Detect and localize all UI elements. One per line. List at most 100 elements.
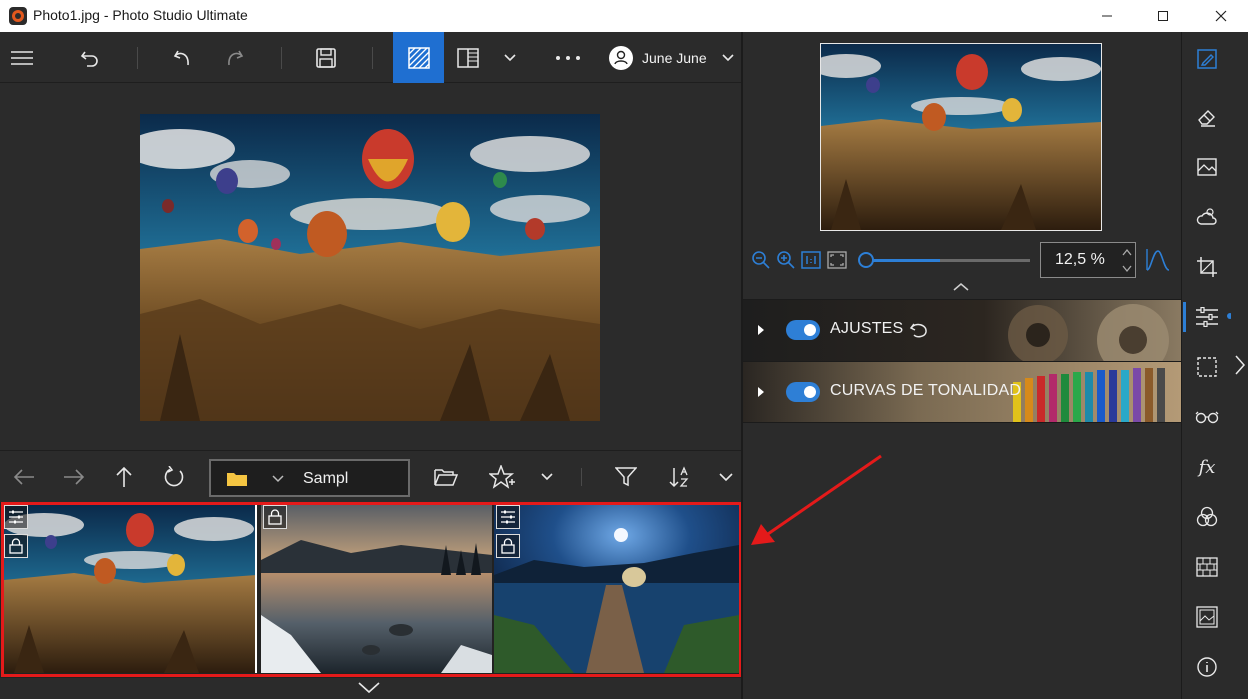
curvas-toggle[interactable] xyxy=(786,382,820,402)
save-button[interactable] xyxy=(304,32,348,83)
navigator-preview[interactable] xyxy=(820,43,1102,231)
user-account-button[interactable]: June June xyxy=(608,32,738,83)
lock-icon xyxy=(268,509,282,525)
eraser-icon xyxy=(1196,106,1218,128)
filter-button[interactable] xyxy=(606,451,646,503)
rail-expand-bar[interactable] xyxy=(1231,32,1248,699)
zoom-slider-thumb[interactable] xyxy=(858,252,874,268)
histogram-button[interactable] xyxy=(1146,248,1170,272)
maximize-button[interactable] xyxy=(1140,0,1186,32)
strip-collapse-bar xyxy=(0,678,741,699)
zoom-out-button[interactable] xyxy=(751,250,771,270)
undo-history-button[interactable] xyxy=(68,32,112,83)
weather-icon xyxy=(1195,206,1219,228)
lock-badge xyxy=(263,505,287,529)
histogram-icon xyxy=(1146,248,1170,272)
thumbnail-balloons[interactable] xyxy=(4,505,257,673)
more-button[interactable] xyxy=(548,32,588,83)
rail-sky-button[interactable] xyxy=(1182,192,1232,242)
zoom-value-field[interactable]: 12,5 % xyxy=(1040,242,1136,278)
split-view-icon xyxy=(457,47,479,69)
annotation-arrow xyxy=(751,454,882,545)
up-folder-button[interactable] xyxy=(106,451,142,503)
panel-ajustes[interactable]: AJUSTES xyxy=(743,299,1181,361)
glasses-icon xyxy=(1195,410,1219,424)
close-button[interactable] xyxy=(1198,0,1244,32)
rail-edit-button[interactable] xyxy=(1182,34,1232,84)
zoom-increase-icon[interactable] xyxy=(1121,248,1133,256)
chevron-right-icon[interactable] xyxy=(1234,354,1246,376)
crop-icon xyxy=(1196,256,1218,278)
expand-panel-icon[interactable] xyxy=(757,386,765,398)
menu-button[interactable] xyxy=(0,32,44,83)
rail-glasses-button[interactable] xyxy=(1182,392,1232,442)
chevron-down-icon[interactable] xyxy=(271,474,285,484)
view-mode-dropdown[interactable] xyxy=(496,32,524,83)
effects-icon: fx xyxy=(1198,456,1216,478)
color-circles-icon xyxy=(1196,506,1218,528)
zoom-slider[interactable] xyxy=(858,252,1030,268)
panel-curvas-de-tonalidad[interactable]: CURVAS DE TONALIDAD xyxy=(743,361,1181,423)
forward-button[interactable] xyxy=(56,451,92,503)
sort-button[interactable] xyxy=(660,451,700,503)
refresh-icon xyxy=(163,466,185,488)
back-button[interactable] xyxy=(6,451,42,503)
favorites-dropdown[interactable] xyxy=(534,451,560,503)
rail-scene-button[interactable] xyxy=(1182,142,1232,192)
panel-title: CURVAS DE TONALIDAD xyxy=(830,382,1022,399)
rail-adjust-button[interactable] xyxy=(1182,292,1232,342)
rail-frame-button[interactable] xyxy=(1182,592,1232,642)
compare-view-button[interactable] xyxy=(393,32,444,83)
open-folder-icon xyxy=(434,467,458,487)
rail-texture-button[interactable] xyxy=(1182,542,1232,592)
split-view-button[interactable] xyxy=(448,32,488,83)
user-icon xyxy=(608,45,634,71)
folder-path-field[interactable]: Sampl xyxy=(209,459,410,497)
reset-icon[interactable] xyxy=(909,320,929,340)
star-icon xyxy=(489,465,515,489)
edit-icon xyxy=(1196,48,1218,70)
refresh-button[interactable] xyxy=(156,451,192,503)
image-canvas[interactable] xyxy=(0,84,741,450)
zoom-decrease-icon[interactable] xyxy=(1121,265,1133,273)
compare-view-icon xyxy=(407,46,430,69)
collapse-strip-button[interactable] xyxy=(357,681,381,695)
collapse-navigator-button[interactable] xyxy=(952,282,970,292)
filter-icon xyxy=(615,467,637,487)
rail-effects-button[interactable]: fx xyxy=(1182,442,1232,492)
rail-selection-button[interactable] xyxy=(1182,342,1232,392)
redo-button[interactable] xyxy=(213,32,257,83)
toolbar-separator xyxy=(372,47,373,69)
chevron-down-icon xyxy=(721,53,735,63)
zoom-out-icon xyxy=(751,250,771,270)
thumbnail-lake-sunset[interactable] xyxy=(261,505,492,673)
toolbar-separator xyxy=(137,47,138,69)
tool-rail: fx xyxy=(1181,32,1233,699)
rail-eraser-button[interactable] xyxy=(1182,92,1232,142)
main-photo xyxy=(140,114,600,421)
adjust-badge xyxy=(496,505,520,529)
chevron-up-icon xyxy=(952,282,970,292)
zoom-value: 12,5 % xyxy=(1055,251,1105,268)
window-title: Photo1.jpg - Photo Studio Ultimate xyxy=(33,7,248,23)
actual-size-button[interactable] xyxy=(801,251,821,269)
thumbnail-moon-pier[interactable] xyxy=(494,505,739,673)
undo-button[interactable] xyxy=(160,32,204,83)
expand-panel-icon[interactable] xyxy=(757,324,765,336)
minimize-button[interactable] xyxy=(1084,0,1130,32)
fit-screen-icon xyxy=(827,251,847,269)
rail-info-button[interactable] xyxy=(1182,642,1232,692)
open-folder-button[interactable] xyxy=(428,451,464,503)
zoom-in-button[interactable] xyxy=(776,250,796,270)
save-icon xyxy=(315,47,337,69)
file-browser-bar: Sampl xyxy=(0,450,741,502)
ajustes-toggle[interactable] xyxy=(786,320,820,340)
chevron-down-icon xyxy=(718,472,734,482)
favorites-button[interactable] xyxy=(482,451,522,503)
fit-screen-button[interactable] xyxy=(827,251,847,269)
selection-icon xyxy=(1196,356,1218,378)
rail-color-button[interactable] xyxy=(1182,492,1232,542)
rail-crop-button[interactable] xyxy=(1182,242,1232,292)
sort-dropdown[interactable] xyxy=(712,451,740,503)
redo-icon xyxy=(224,47,246,69)
